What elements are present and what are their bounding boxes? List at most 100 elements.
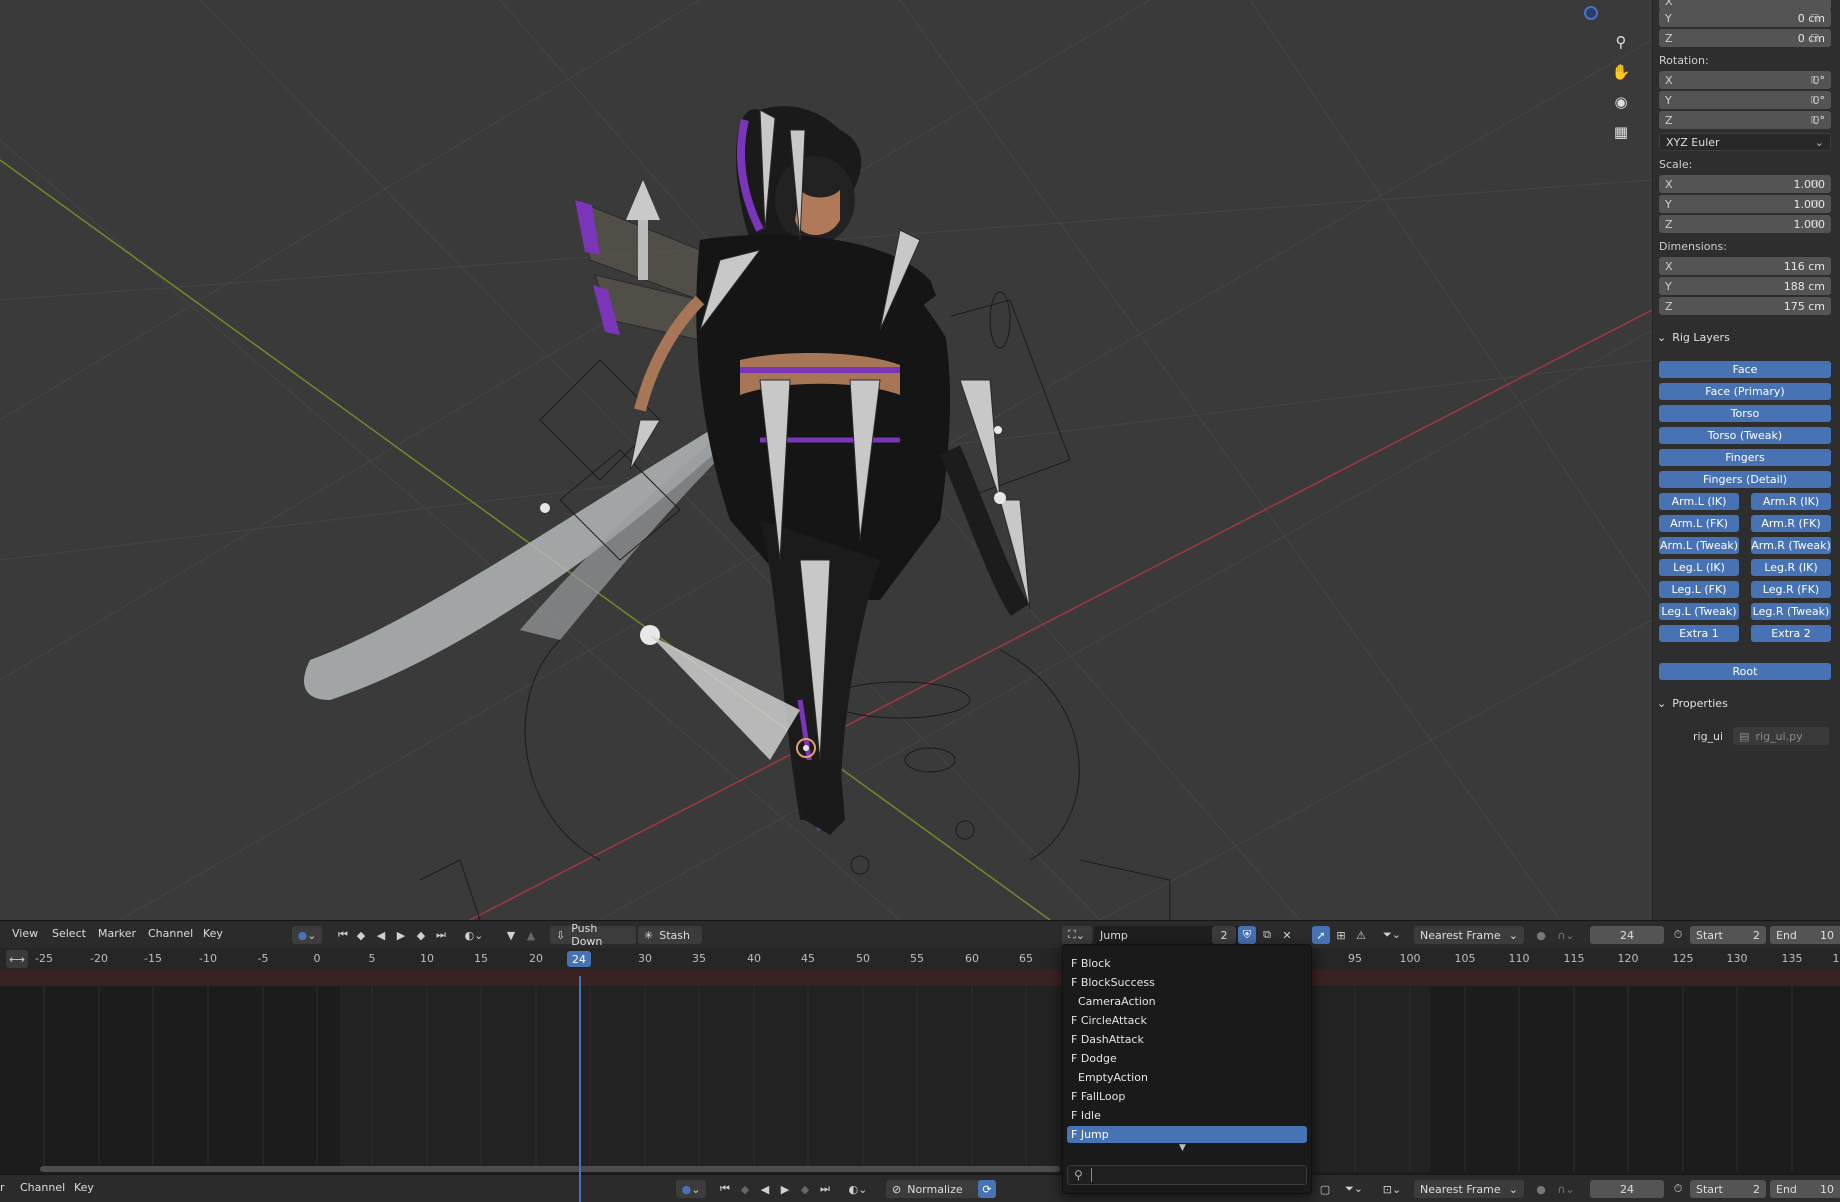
location-z-field[interactable]: Z 0 cm <box>1659 29 1831 47</box>
stopwatch-icon[interactable]: ⏱ <box>1670 926 1686 944</box>
lock-icon[interactable]: ⊡ <box>1810 93 1824 107</box>
filter-funnel-icon[interactable]: ⏷⌄ <box>1340 1180 1368 1198</box>
frame-ruler[interactable]: ⟷ -25 -20 -15 -10 -5 0 5 10 15 20 24 30 35 40 45 50 55 60… <box>0 948 1840 970</box>
prev-keyframe-icon[interactable]: ◆ <box>354 926 368 944</box>
grid-perspective-icon[interactable]: ▦ <box>1608 120 1634 144</box>
rig-layer-leg-l-tweak-button[interactable]: Leg.L (Tweak) <box>1659 603 1739 620</box>
stopwatch-icon[interactable]: ⏱ <box>1670 1180 1686 1198</box>
location-y-field[interactable]: Y 0 cm <box>1659 9 1831 27</box>
footer-menu-channel[interactable]: Channel <box>20 1181 65 1194</box>
menu-view[interactable]: View <box>12 927 38 940</box>
footer-end-frame-field[interactable]: End 10 <box>1770 1180 1840 1198</box>
action-browse-button[interactable]: ⛶ ⌄ <box>1062 926 1092 944</box>
footer-menu-key[interactable]: Key <box>74 1181 94 1194</box>
hand-pan-icon[interactable]: ✋ <box>1608 60 1634 84</box>
lock-icon[interactable]: ⊡ <box>1810 217 1824 231</box>
rig-layer-extra-2-button[interactable]: Extra 2 <box>1751 625 1831 642</box>
property-file-field[interactable]: ▤ rig_ui.py <box>1733 727 1830 745</box>
rotation-y-field[interactable]: Y 0° <box>1659 91 1831 109</box>
jump-start-icon[interactable]: ⏮ <box>718 1180 732 1198</box>
rig-layer-arm-l-tweak-button[interactable]: Arm.L (Tweak) <box>1659 537 1739 554</box>
footer-snap-mode-select[interactable]: Nearest Frame ⌄ <box>1414 1180 1524 1198</box>
rig-layer-arm-r-ik-button[interactable]: Arm.R (IK) <box>1751 493 1831 510</box>
stash-button[interactable]: ✳ Stash <box>638 926 702 944</box>
rotation-mode-select[interactable]: XYZ Euler ⌄ <box>1659 133 1831 151</box>
rig-layer-arm-r-fk-button[interactable]: Arm.R (FK) <box>1751 515 1831 532</box>
rig-layer-leg-r-fk-button[interactable]: Leg.R (FK) <box>1751 581 1831 598</box>
unlink-close-icon[interactable]: ✕ <box>1278 926 1296 944</box>
dimensions-x-field[interactable]: X 116 cm <box>1659 257 1831 275</box>
action-list-item[interactable]: F FallLoop <box>1067 1088 1307 1105</box>
rig-layer-arm-l-fk-button[interactable]: Arm.L (FK) <box>1659 515 1739 532</box>
end-frame-field[interactable]: End 10 <box>1770 926 1840 944</box>
new-action-icon[interactable]: ⧉ <box>1258 926 1276 944</box>
filter-funnel-icon[interactable]: ⏷⌄ <box>1378 926 1406 944</box>
play-reverse-icon[interactable]: ◀ <box>758 1180 772 1198</box>
zoom-icon[interactable]: ⚲ <box>1608 30 1634 54</box>
rig-layer-leg-l-fk-button[interactable]: Leg.L (FK) <box>1659 581 1739 598</box>
dimensions-z-field[interactable]: Z 175 cm <box>1659 297 1831 315</box>
summary-channel[interactable] <box>0 970 1840 986</box>
camera-icon[interactable]: ◉ <box>1608 90 1634 114</box>
rig-layer-face-primary-button[interactable]: Face (Primary) <box>1659 383 1831 400</box>
3d-viewport[interactable]: ⚲ ✋ ◉ ▦ <box>0 0 1652 920</box>
navigation-gizmo-axis[interactable] <box>1584 6 1598 20</box>
action-list-item[interactable]: F Idle <box>1067 1107 1307 1124</box>
dopesheet-tracks[interactable] <box>0 986 1840 1172</box>
menu-key[interactable]: Key <box>203 927 223 940</box>
horizontal-resize-icon[interactable]: ⟷ <box>6 950 28 968</box>
fake-user-shield-icon[interactable]: ⛨ <box>1238 926 1256 944</box>
scale-y-field[interactable]: Y 1.000 <box>1659 195 1831 213</box>
filter-down-icon[interactable]: ▼ <box>504 926 518 944</box>
play-reverse-icon[interactable]: ◀ <box>374 926 388 944</box>
refresh-icon[interactable]: ⟳ <box>978 1180 996 1198</box>
rig-layer-root-button[interactable]: Root <box>1659 663 1831 680</box>
lock-icon[interactable]: ⊡ <box>1810 11 1824 25</box>
scale-z-field[interactable]: Z 1.000 <box>1659 215 1831 233</box>
playhead[interactable] <box>579 976 581 1202</box>
rig-layer-arm-r-tweak-button[interactable]: Arm.R (Tweak) <box>1751 537 1831 554</box>
action-list-item[interactable]: F CircleAttack <box>1067 1012 1307 1029</box>
rig-layer-arm-l-ik-button[interactable]: Arm.L (IK) <box>1659 493 1739 510</box>
jump-end-icon[interactable]: ⏭ <box>818 1180 832 1198</box>
rig-layer-torso-tweak-button[interactable]: Torso (Tweak) <box>1659 427 1831 444</box>
push-down-button[interactable]: ⇩ Push Down <box>550 922 636 948</box>
snap-mode-select[interactable]: Nearest Frame ⌄ <box>1414 926 1524 944</box>
rotation-z-field[interactable]: Z 0° <box>1659 111 1831 129</box>
rig-layer-leg-r-ik-button[interactable]: Leg.R (IK) <box>1751 559 1831 576</box>
jump-start-icon[interactable]: ⏮ <box>336 926 350 944</box>
lock-icon[interactable]: ⊡ <box>1810 73 1824 87</box>
rig-layer-extra-1-button[interactable]: Extra 1 <box>1659 625 1739 642</box>
lock-icon[interactable]: ⊡ <box>1810 31 1824 45</box>
falloff-curve-icon[interactable]: ∩⌄ <box>1552 1180 1580 1198</box>
lock-icon[interactable]: ⊡ <box>1810 177 1824 191</box>
rig-layers-header[interactable]: ⌄ Rig Layers <box>1657 331 1730 344</box>
action-list-item[interactable]: F BlockSuccess <box>1067 974 1307 991</box>
rig-layer-face-button[interactable]: Face <box>1659 361 1831 378</box>
current-frame-marker[interactable]: 24 <box>567 951 591 967</box>
menu-channel[interactable]: Channel <box>148 927 193 940</box>
jump-end-icon[interactable]: ⏭ <box>434 926 448 944</box>
record-toggle[interactable]: ● ⌄ <box>292 926 322 944</box>
rig-layer-fingers-detail-button[interactable]: Fingers (Detail) <box>1659 471 1831 488</box>
action-search-field[interactable]: ⚲ <box>1067 1165 1307 1185</box>
box-select-icon[interactable]: ▢ <box>1316 1180 1334 1198</box>
play-icon[interactable]: ▶ <box>394 926 408 944</box>
proportional-dot-icon[interactable]: ● <box>1534 1180 1548 1198</box>
play-icon[interactable]: ▶ <box>778 1180 792 1198</box>
prev-keyframe-icon[interactable]: ◆ <box>738 1180 752 1198</box>
action-list-item[interactable]: F Jump <box>1067 1126 1307 1143</box>
rig-layer-fingers-button[interactable]: Fingers <box>1659 449 1831 466</box>
menu-marker[interactable]: Marker <box>98 927 136 940</box>
rotation-x-field[interactable]: X 0° <box>1659 71 1831 89</box>
action-list-item[interactable]: F DashAttack <box>1067 1031 1307 1048</box>
footer-record-toggle[interactable]: ● ⌄ <box>676 1180 706 1198</box>
show-hidden-icon[interactable]: ⊞ <box>1332 926 1350 944</box>
rig-layer-torso-button[interactable]: Torso <box>1659 405 1831 422</box>
rig-layer-leg-l-ik-button[interactable]: Leg.L (IK) <box>1659 559 1739 576</box>
start-frame-field[interactable]: Start 2 <box>1690 926 1766 944</box>
properties-header[interactable]: ⌄ Properties <box>1657 697 1728 710</box>
filter-up-icon[interactable]: ▲ <box>524 926 538 944</box>
playback-options-icon[interactable]: ◐⌄ <box>460 926 488 944</box>
next-keyframe-icon[interactable]: ◆ <box>414 926 428 944</box>
